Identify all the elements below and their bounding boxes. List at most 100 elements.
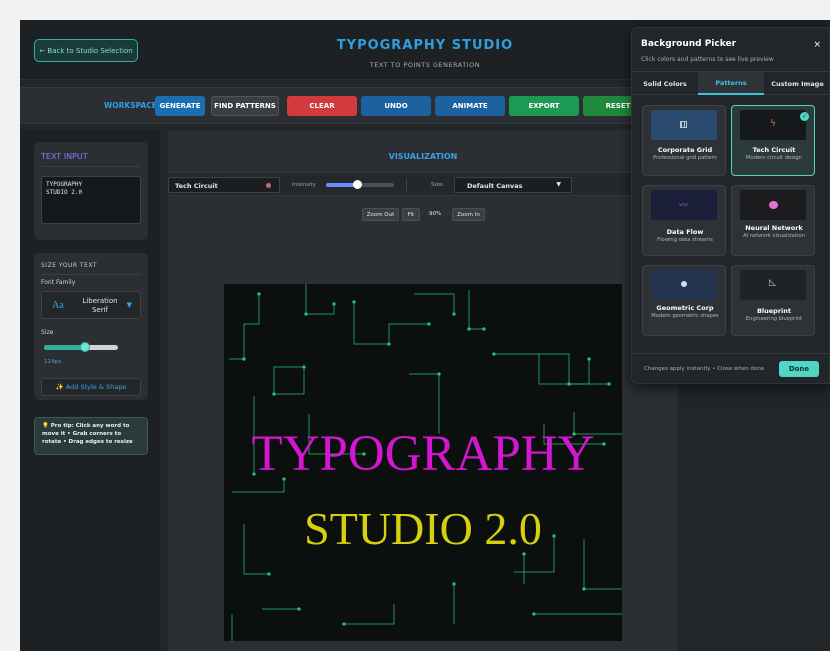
pro-tip: 💡 Pro tip: Click any word to move it • G… [34,417,148,455]
pattern-name: Neural Network [745,224,803,232]
pattern-thumbnail [651,270,717,300]
text-input-panel: TEXT INPUT TYPOGRAPHY STUDIO 2.0 [34,142,148,240]
circuit-trace [494,353,609,385]
status-dot [266,183,271,188]
canvas-text-line-2[interactable]: STUDIO 2.0 [224,506,622,552]
circuit-node [257,292,261,296]
find-patterns-button[interactable]: FIND PATTERNS [211,96,279,116]
circuit-trace [414,293,455,314]
circle-icon [681,281,687,287]
zoom-controls: Zoom Out Fit 90% Zoom In [168,208,678,222]
size-slider[interactable] [44,342,118,352]
canvas-size-value: Default Canvas [467,182,523,190]
pattern-thumbnail: ϟ [740,110,806,140]
picker-footer: Changes apply instantly • Close when don… [632,353,830,385]
background-select-value: Tech Circuit [175,182,218,190]
circuit-node [427,322,431,326]
circuit-node [302,365,306,369]
circuit-node [452,582,456,586]
zoom-out-button[interactable]: Zoom Out [362,208,399,221]
pattern-card-geometric-corp[interactable]: Geometric Corp Modern geometric shapes [642,265,726,336]
font-family-value: Liberation Serif [82,297,118,315]
visualization-title: VISUALIZATION [388,152,458,161]
zoom-level: 90% [429,211,442,217]
pattern-description: Engineering blueprint [745,316,803,322]
visualization-panel: VISUALIZATION Tech Circuit Intensity Siz… [168,130,678,651]
zoom-fit-button[interactable]: Fit [402,208,420,221]
brain-icon [769,201,778,209]
size-label: Size [41,329,54,336]
circuit-node [437,372,441,376]
circuit-trace [344,604,395,625]
tab-patterns[interactable]: Patterns [698,72,764,95]
add-style-button[interactable]: ✨ Add Style & Shape [41,378,141,396]
circuit-node [467,327,471,331]
font-family-label: Font Family [41,279,76,286]
circuit-trace [353,302,429,345]
clear-button[interactable]: CLEAR [287,96,357,116]
intensity-slider[interactable] [326,180,394,189]
background-picker: Background Picker Click colors and patte… [631,27,830,384]
left-sidebar: TEXT INPUT TYPOGRAPHY STUDIO 2.0 SIZE YO… [20,130,160,651]
tab-custom-image[interactable]: Custom Image [764,72,830,95]
circuit-node [352,300,356,304]
size-value: 124px [44,359,62,365]
background-select[interactable]: Tech Circuit [168,177,280,193]
app-window: ← Back to Studio Selection TYPOGRAPHY ST… [20,20,830,651]
text-input-area[interactable]: TYPOGRAPHY STUDIO 2.0 [41,176,141,224]
divider [406,178,407,192]
generate-button[interactable]: GENERATE [155,96,205,116]
pattern-card-corporate-grid[interactable]: Corporate Grid Professional grid pattern [642,105,726,176]
circuit-node [332,302,336,306]
done-button[interactable]: Done [779,361,819,377]
workspace-label: WORKSPACE: [104,101,160,110]
intensity-slider-thumb[interactable] [352,180,362,189]
circuit-node [304,312,308,316]
picker-title: Background Picker [641,39,737,49]
circuit-trace [229,294,260,360]
pattern-thumbnail [740,190,806,220]
circuit-node [482,327,486,331]
pattern-card-data-flow[interactable]: 〰 Data Flow Flowing data streams [642,185,726,256]
intensity-label: Intensity [292,182,316,188]
pattern-name: Corporate Grid [657,146,713,154]
canvas-size-label: Size: [431,182,445,188]
circuit-trace [468,290,484,330]
visualization-controls: Tech Circuit Intensity Size: Default Can… [168,172,678,196]
divider [41,166,141,167]
font-family-select[interactable]: Aa Liberation Serif ▼ [41,291,141,319]
circuit-node [587,357,591,361]
divider [41,274,141,275]
ruler-icon: ◺ [769,278,776,288]
circuit-trace [538,354,590,385]
pattern-card-tech-circuit[interactable]: ϟ ✓ Tech Circuit Modern circuit design [731,105,815,176]
preview-canvas[interactable]: TYPOGRAPHY STUDIO 2.0 [224,284,622,641]
pattern-name: Data Flow [666,228,704,236]
pattern-thumbnail [651,110,717,140]
size-panel-title: SIZE YOUR TEXT [41,262,98,269]
zoom-in-button[interactable]: Zoom In [452,208,485,221]
circuit-node [607,382,611,386]
canvas-size-select[interactable]: Default Canvas ▼ [454,177,572,193]
tab-solid-colors[interactable]: Solid Colors [632,72,698,95]
export-button[interactable]: EXPORT [509,96,579,116]
pattern-card-blueprint[interactable]: ◺ Blueprint Engineering blueprint [731,265,815,336]
circuit-node [297,607,301,611]
circuit-node [267,572,271,576]
pattern-name: Geometric Corp [656,304,714,312]
circuit-node [272,392,276,396]
animate-button[interactable]: ANIMATE [435,96,505,116]
circuit-trace [409,373,440,434]
pattern-thumbnail: ◺ [740,270,806,300]
pattern-card-neural-network[interactable]: Neural Network AI network visualization [731,185,815,256]
size-slider-thumb[interactable] [80,342,91,352]
close-icon[interactable]: × [813,40,821,50]
size-panel: SIZE YOUR TEXT Font Family Aa Liberation… [34,253,148,400]
undo-button[interactable]: UNDO [361,96,431,116]
canvas-text-line-1[interactable]: TYPOGRAPHY [224,429,622,480]
wave-icon: 〰 [679,201,689,211]
picker-subtitle: Click colors and patterns to see live pr… [641,56,774,63]
size-slider-fill [44,345,86,350]
pattern-description: Modern geometric shapes [651,313,719,319]
circuit-node [387,342,391,346]
